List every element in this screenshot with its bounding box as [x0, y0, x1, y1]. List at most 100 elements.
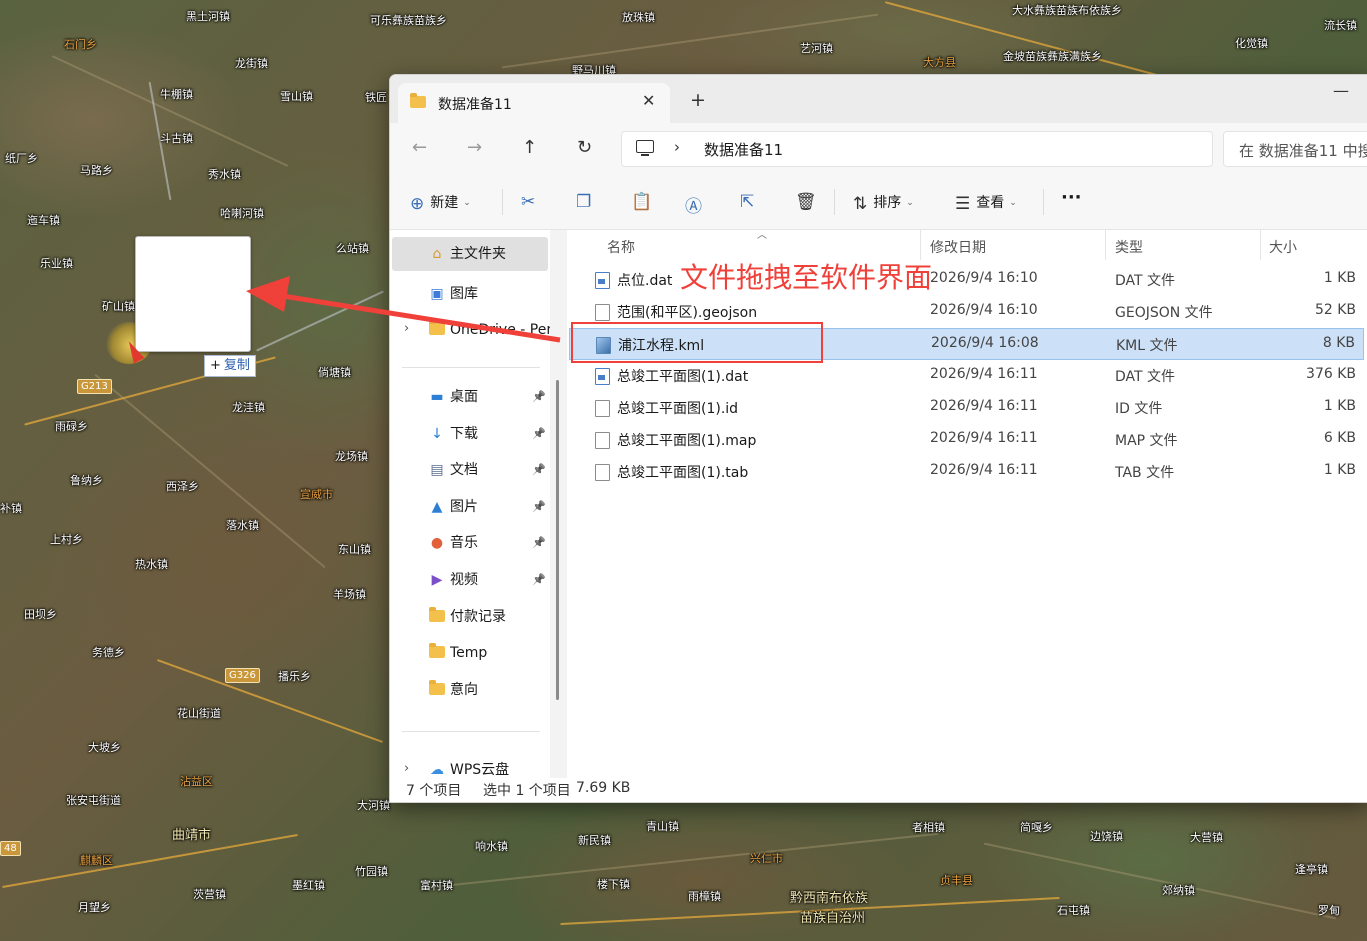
navigation-pane: ⌂ 主文件夹 ▣ 图库 › OneDrive - Per ▬ 桌面 📌 ↓ 下载 📌 ▤ 文档 📌 ▲… [390, 230, 567, 785]
file-size: 52 KB [1314, 302, 1356, 318]
view-button[interactable]: ☰ 查看 ⌄ [955, 192, 1017, 214]
sidebar-item-4[interactable]: ▲ 图片 📌 [428, 493, 546, 521]
sidebar-item-gallery[interactable]: ▣ 图库 [428, 280, 478, 308]
drag-thumbnail [135, 236, 251, 352]
breadcrumb-chevron-icon[interactable]: › [674, 138, 680, 156]
sidebar-divider [402, 367, 540, 368]
map-place-label: 楼下镇 [597, 878, 630, 891]
chevron-right-icon[interactable]: › [404, 761, 409, 776]
search-input[interactable]: 在 数据准备11 中搜索 [1223, 131, 1367, 167]
map-place-label: 石门乡 [64, 38, 97, 51]
share-button[interactable]: ⇱ [740, 192, 760, 212]
file-name: 点位.dat [617, 273, 673, 289]
column-header-type[interactable]: 类型 [1115, 237, 1143, 257]
file-row[interactable]: 总竣工平面图(1).tab 2026/9/4 16:11 TAB 文件 1 KB [569, 456, 1364, 488]
sidebar-item-3[interactable]: ▤ 文档 📌 [428, 456, 545, 484]
map-place-label: 化觉镇 [1235, 37, 1268, 50]
sort-label: 排序 [873, 195, 902, 211]
search-placeholder: 在 数据准备11 中搜索 [1239, 142, 1367, 160]
map-place-label: 放珠镇 [622, 11, 655, 24]
sidebar-item-1[interactable]: ▬ 桌面 📌 [428, 383, 545, 411]
chevron-down-icon: ⌄ [906, 198, 914, 208]
delete-button[interactable]: 🗑 [795, 192, 823, 212]
pin-icon[interactable]: 📌 [532, 493, 546, 521]
file-row[interactable]: 总竣工平面图(1).map 2026/9/4 16:11 MAP 文件 6 KB [569, 424, 1364, 456]
new-tab-button[interactable]: + [690, 89, 706, 111]
paste-button[interactable]: 📋 [631, 192, 658, 212]
up-button[interactable]: ↑ [522, 137, 537, 158]
pin-icon[interactable]: 📌 [532, 529, 546, 557]
refresh-button[interactable]: ↻ [577, 137, 592, 158]
breadcrumb-folder[interactable]: 数据准备11 [704, 139, 783, 160]
file-date: 2026/9/4 16:11 [930, 430, 1038, 446]
file-type: KML 文件 [1116, 338, 1178, 354]
column-header-name[interactable]: 名称 [607, 237, 635, 257]
copy-tooltip: + 复制 [204, 355, 256, 377]
pin-icon[interactable]: 📌 [532, 566, 546, 594]
file-row[interactable]: 总竣工平面图(1).dat 2026/9/4 16:11 DAT 文件 376 KB [569, 360, 1364, 392]
computer-icon [636, 140, 654, 156]
map-place-label: 东山镇 [338, 543, 371, 556]
sidebar-item-onedrive[interactable]: OneDrive - Per [428, 316, 550, 344]
file-row[interactable]: 总竣工平面图(1).id 2026/9/4 16:11 ID 文件 1 KB [569, 392, 1364, 424]
map-place-label: 西泽乡 [166, 480, 199, 493]
sidebar-item-label: 下载 [450, 425, 478, 442]
title-bar[interactable]: 数据准备11 ✕ + — [390, 75, 1367, 123]
chevron-right-icon[interactable]: › [404, 321, 409, 336]
rename-button[interactable]: Ⓐ [685, 192, 708, 217]
sidebar-scrollbar[interactable] [556, 380, 559, 700]
map-place-label: 迤车镇 [27, 214, 60, 227]
annotation-highlight-box [571, 322, 823, 363]
sidebar-item-label: 音乐 [450, 535, 478, 552]
tab-folder[interactable]: 数据准备11 ✕ [398, 83, 670, 123]
new-label: 新建 [430, 195, 459, 211]
map-place-label: 矿山镇 [102, 300, 135, 313]
sidebar-item-7[interactable]: 付款记录 [428, 603, 506, 631]
map-place-label: 雪山镇 [280, 90, 313, 103]
column-header-date[interactable]: 修改日期 [930, 237, 986, 257]
sidebar-item-9[interactable]: 意向 [428, 676, 478, 704]
toolbar-divider [834, 189, 835, 215]
pin-icon[interactable]: 📌 [532, 383, 546, 411]
scissors-icon: ✂ [521, 192, 536, 212]
more-options-button[interactable]: ··· [1061, 187, 1082, 208]
pin-icon[interactable]: 📌 [532, 420, 546, 448]
sidebar-item-label: OneDrive - Per [450, 322, 550, 338]
file-icon [595, 464, 610, 481]
sidebar-item-label: 主文件夹 [450, 246, 506, 262]
address-bar[interactable]: › 数据准备11 [621, 131, 1213, 167]
copy-label: 复制 [223, 358, 250, 373]
file-type: MAP 文件 [1115, 433, 1178, 449]
map-place-label: 竹园镇 [355, 865, 388, 878]
sort-button[interactable]: ⇅ 排序 ⌄ [853, 192, 914, 214]
cut-button[interactable]: ✂ [521, 192, 541, 212]
pin-icon[interactable]: 📌 [532, 456, 546, 484]
file-name: 总竣工平面图(1).id [617, 401, 739, 417]
column-header-size[interactable]: 大小 [1269, 237, 1297, 257]
sidebar-item-5[interactable]: ● 音乐 📌 [428, 529, 546, 557]
map-place-label: 简嘎乡 [1020, 821, 1053, 834]
copy-button[interactable]: ❐ [576, 192, 597, 212]
map-place-label: 边饶镇 [1090, 830, 1123, 843]
minimize-button[interactable]: — [1333, 81, 1349, 100]
file-date: 2026/9/4 16:11 [930, 366, 1038, 382]
file-icon [595, 400, 610, 417]
sidebar-item-8[interactable]: Temp [428, 639, 487, 667]
back-button[interactable]: ← [412, 137, 427, 158]
map-place-label: 茨营镇 [193, 888, 226, 901]
file-type: TAB 文件 [1115, 465, 1175, 481]
sidebar-item-home[interactable]: ⌂ 主文件夹 [392, 237, 548, 271]
tab-close-button[interactable]: ✕ [642, 91, 655, 110]
map-place-label: 田坝乡 [24, 608, 57, 621]
column-divider[interactable] [1260, 230, 1261, 260]
forward-button[interactable]: → [467, 137, 482, 158]
column-divider[interactable] [1105, 230, 1106, 260]
selection-size: 7.69 KB [576, 780, 631, 796]
road-shield-label: 48 [0, 841, 21, 856]
new-button[interactable]: ⊕ 新建 ⌄ [410, 192, 471, 214]
sidebar-item-2[interactable]: ↓ 下载 📌 [428, 420, 546, 448]
sidebar-item-6[interactable]: ▶ 视频 📌 [428, 566, 546, 594]
map-place-label: 鲁纳乡 [70, 474, 103, 487]
map-place-label: 么站镇 [336, 242, 369, 255]
map-place-label: 金坡苗族彝族满族乡 [1003, 50, 1102, 63]
